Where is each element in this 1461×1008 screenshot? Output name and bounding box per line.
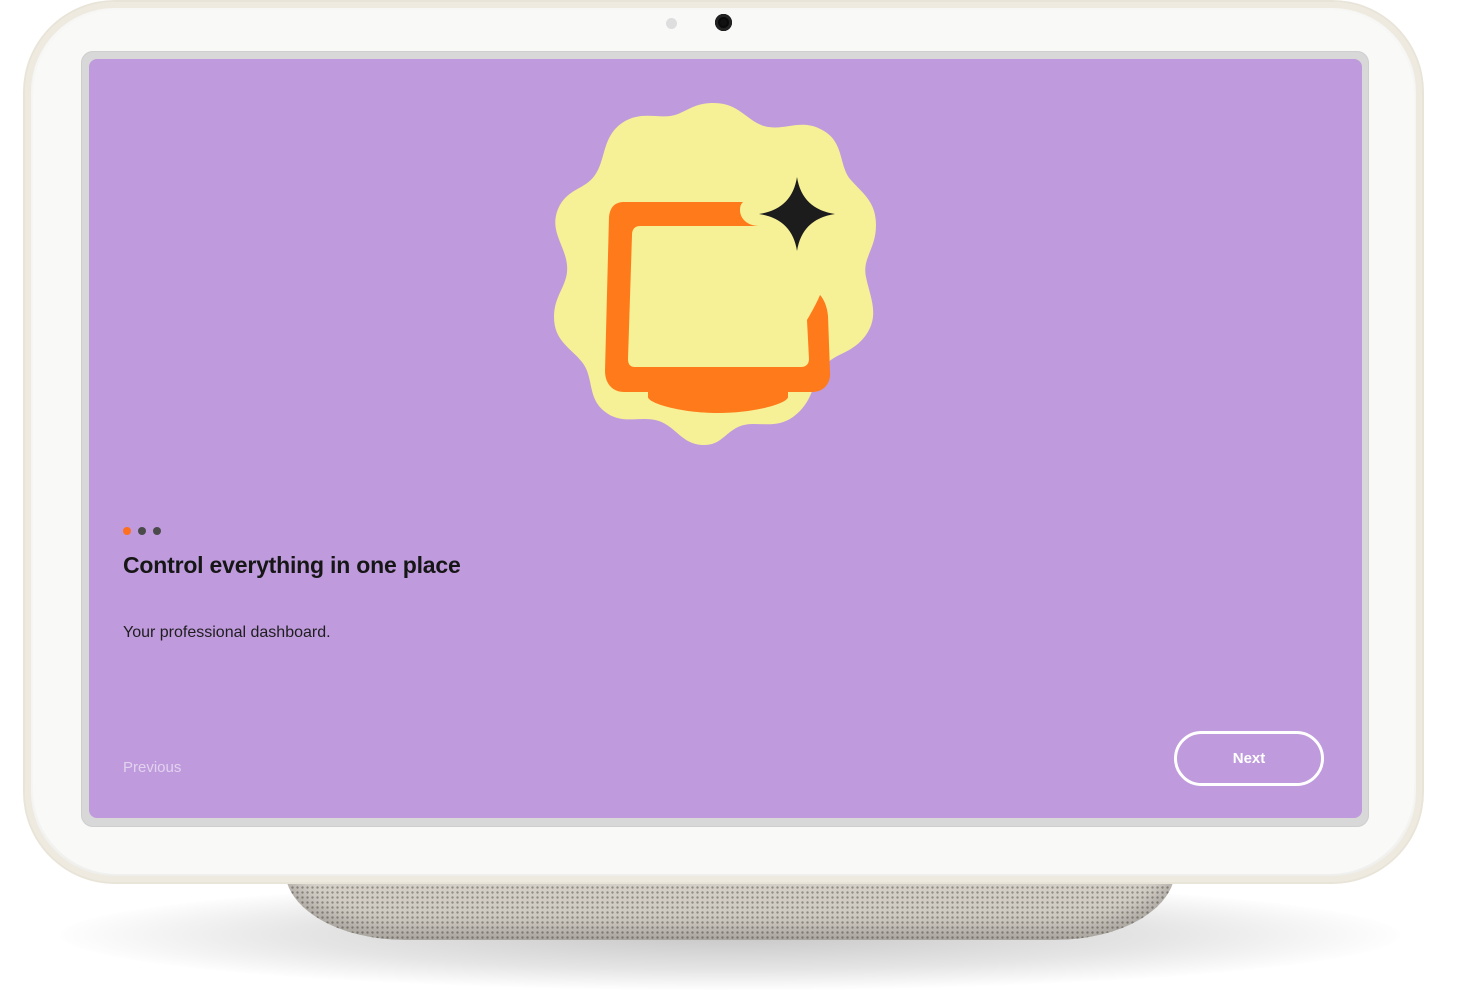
next-button[interactable]: Next [1174, 731, 1324, 786]
page-indicator [123, 527, 161, 535]
monitor-with-sparkle-icon [554, 103, 876, 446]
page-description: Your professional dashboard. [123, 624, 331, 641]
display-frame: Control everything in one place Your pro… [25, 2, 1422, 882]
screen-bezel: Control everything in one place Your pro… [81, 51, 1369, 827]
ambient-sensor [666, 18, 677, 29]
page-dot-active [123, 527, 131, 535]
onboarding-screen: Control everything in one place Your pro… [89, 59, 1362, 818]
page-dot [153, 527, 161, 535]
page-title: Control everything in one place [123, 552, 461, 578]
camera-icon [715, 14, 732, 31]
device-mockup: Control everything in one place Your pro… [0, 0, 1461, 1008]
page-dot [138, 527, 146, 535]
previous-button[interactable]: Previous [123, 759, 181, 776]
